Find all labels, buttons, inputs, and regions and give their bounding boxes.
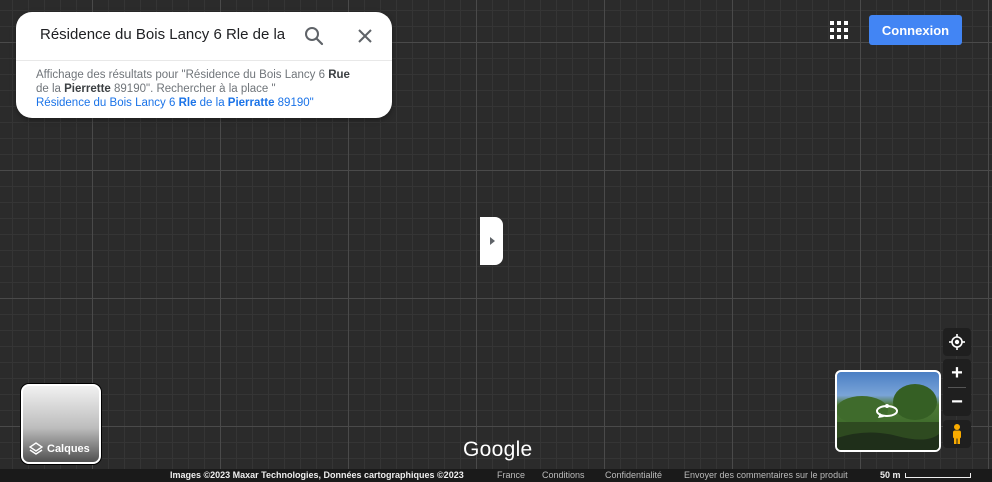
layers-label-wrap: Calques [29,442,90,456]
apps-grid-icon[interactable] [830,21,848,39]
layers-button[interactable]: Calques [21,384,101,464]
suggestion-bold-pierrette: Pierrette [64,83,111,95]
rotate-360-icon [876,404,898,418]
search-input[interactable] [40,26,288,43]
google-logo: Google [463,438,533,461]
map-footer: Images ©2023 Maxar Technologies, Données… [0,469,992,482]
magnifier-icon[interactable] [302,24,326,48]
my-location-button[interactable] [943,328,971,356]
chevron-right-icon [489,237,495,245]
signin-button[interactable]: Connexion [869,15,962,45]
suggestion-line2-prefix: de la [36,83,65,95]
suggestion-bold-rue: Rue [328,69,350,81]
did-you-mean: Affichage des résultats pour "Résidence … [16,61,392,110]
alt-bold-rle: Rle [178,97,197,109]
alt-middle: de la [196,97,228,109]
pegman-icon [953,424,961,444]
street-view-thumbnail[interactable] [835,370,941,452]
search-panel: Affichage des résultats pour "Résidence … [16,12,392,118]
alt-suffix: 89190" [274,97,314,109]
zoom-out-button[interactable]: − [943,388,971,416]
alt-bold-pierratte: Pierratte [227,97,275,109]
zoom-in-button[interactable]: + [943,359,971,387]
alt-prefix: Résidence du Bois Lancy 6 [36,97,179,109]
layers-icon [29,442,43,455]
terms-link[interactable]: Conditions [542,469,585,482]
privacy-link[interactable]: Confidentialité [605,469,662,482]
suggestion-line2-suffix: 89190". Rechercher à la place " [110,83,276,95]
attribution-text: Images ©2023 Maxar Technologies, Données… [170,470,464,480]
layers-label: Calques [47,443,90,455]
suggestion-text: Affichage des résultats pour "Résidence … [36,69,350,95]
scale-bar[interactable] [905,473,971,478]
zoom-control: + − [943,359,971,416]
country-link[interactable]: France [497,469,525,482]
search-instead-link[interactable]: Résidence du Bois Lancy 6 Rle de la Pier… [36,97,314,109]
pegman-button[interactable] [943,420,971,448]
suggestion-line1: Affichage des résultats pour "Résidence … [36,69,329,81]
collapse-panel-button[interactable] [480,217,503,265]
search-bar [16,12,392,61]
my-location-icon [949,334,965,350]
scale-label[interactable]: 50 m [880,469,901,482]
feedback-link[interactable]: Envoyer des commentaires sur le produit [684,469,848,482]
close-icon[interactable] [353,24,377,48]
